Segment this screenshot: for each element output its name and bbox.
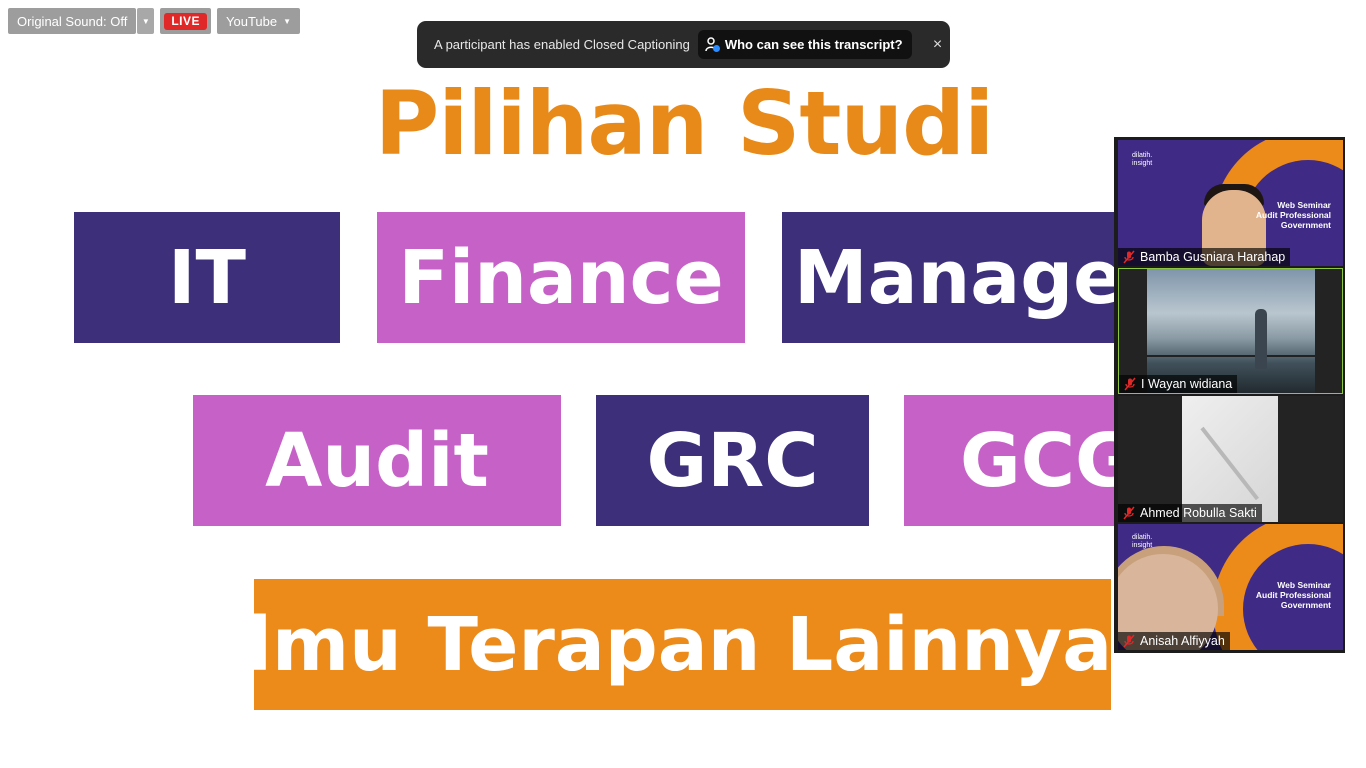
person-info-icon	[705, 37, 720, 52]
participant-name: I Wayan widiana	[1141, 377, 1233, 391]
youtube-label: YouTube	[226, 13, 278, 29]
participant-name-tag: I Wayan widiana	[1119, 375, 1238, 393]
meeting-top-controls: Original Sound: Off ▼ LIVE YouTube ▼	[8, 8, 301, 34]
tile-gcg: GCG	[904, 395, 1124, 526]
participant-name-tag: Anisah Alfiyyah	[1118, 632, 1230, 650]
captioning-notification: A participant has enabled Closed Caption…	[417, 21, 950, 68]
participant-video-tile[interactable]: Ahmed Robulla Sakti	[1118, 396, 1343, 522]
tile-grc: GRC	[596, 395, 869, 526]
webinar-headline: Web Seminar Audit Professional Governmen…	[1255, 200, 1331, 230]
participant-video-panel[interactable]: dilatih. insight Web Seminar Audit Profe…	[1114, 137, 1345, 653]
who-can-see-transcript-button[interactable]: Who can see this transcript?	[697, 30, 912, 59]
close-icon[interactable]: ×	[928, 36, 948, 54]
tile-audit: Audit	[193, 395, 561, 526]
participant-name-tag: Bamba Gusniara Harahap	[1118, 248, 1291, 266]
participant-name-tag: Ahmed Robulla Sakti	[1118, 504, 1262, 522]
participant-name: Ahmed Robulla Sakti	[1140, 506, 1257, 520]
participant-video-tile-active[interactable]: I Wayan widiana	[1118, 268, 1343, 394]
muted-mic-icon	[1123, 250, 1135, 264]
chevron-down-icon: ▼	[283, 16, 292, 26]
live-badge: LIVE	[164, 12, 207, 30]
live-indicator[interactable]: LIVE	[160, 8, 211, 34]
tile-other-applied-sciences: Ilmu Terapan Lainnya!	[254, 579, 1111, 710]
muted-mic-icon	[1123, 634, 1135, 648]
original-sound-dropdown[interactable]: ▼	[137, 8, 155, 34]
webinar-brand: dilatih. insight	[1132, 534, 1153, 549]
tile-it: IT	[74, 212, 340, 343]
tile-management: Managem	[782, 212, 1122, 343]
chevron-down-icon: ▼	[141, 16, 150, 26]
participant-video-tile[interactable]: dilatih. insight Web Seminar Audit Profe…	[1118, 524, 1343, 650]
notification-message: A participant has enabled Closed Caption…	[434, 37, 690, 52]
participant-video-tile[interactable]: dilatih. insight Web Seminar Audit Profe…	[1118, 140, 1343, 266]
muted-mic-icon	[1123, 506, 1135, 520]
webinar-brand: dilatih. insight	[1132, 152, 1153, 167]
tile-finance: Finance	[377, 212, 745, 343]
webinar-headline: Web Seminar Audit Professional Governmen…	[1255, 580, 1331, 610]
muted-mic-icon	[1124, 377, 1136, 391]
youtube-stream-button[interactable]: YouTube ▼	[217, 8, 301, 34]
original-sound-button[interactable]: Original Sound: Off	[8, 8, 137, 34]
participant-name: Bamba Gusniara Harahap	[1140, 250, 1286, 264]
who-can-see-label: Who can see this transcript?	[724, 37, 903, 52]
participant-name: Anisah Alfiyyah	[1140, 634, 1225, 648]
